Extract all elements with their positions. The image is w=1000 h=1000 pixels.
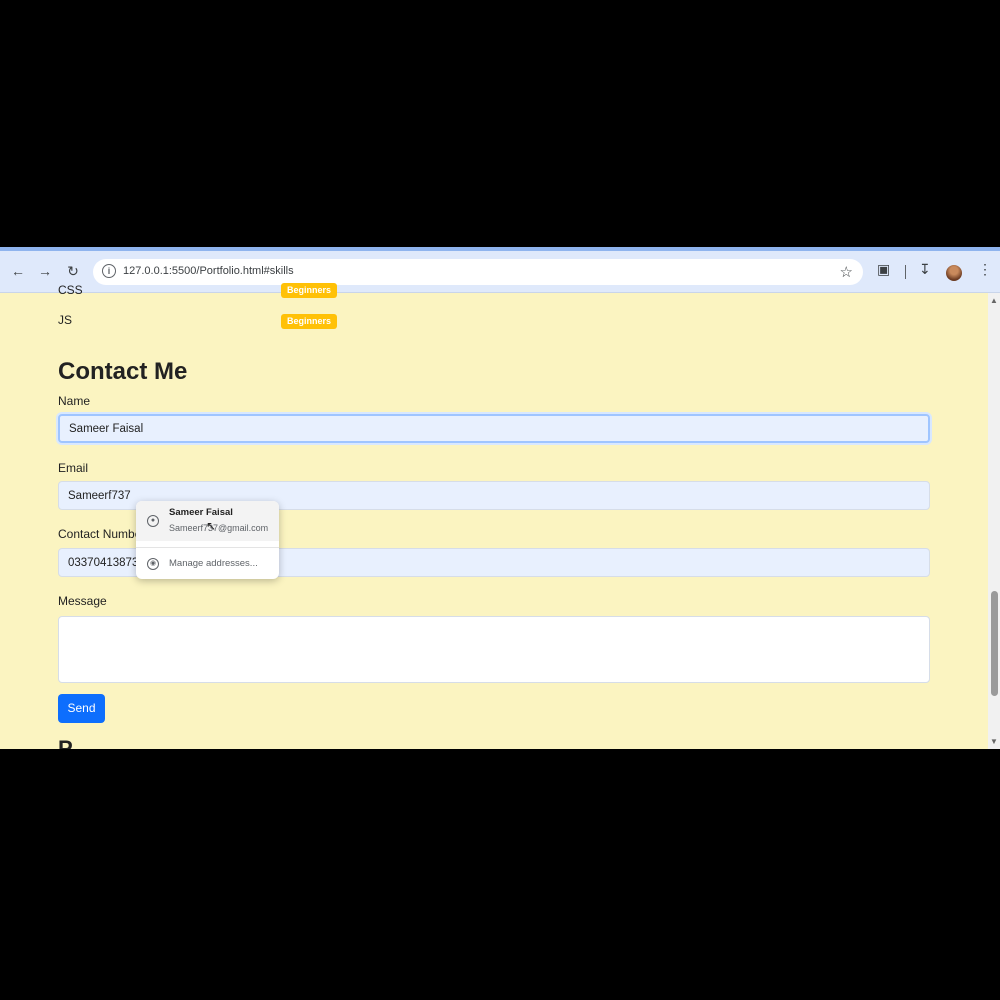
page-content: CSS Beginners JS Beginners Contact Me Na… <box>0 283 988 749</box>
url-text[interactable]: 127.0.0.1:5500/Portfolio.html#skills <box>123 265 294 277</box>
message-label: Message <box>58 594 107 608</box>
skill-badge-css: Beginners <box>281 283 337 298</box>
skill-badge-js: Beginners <box>281 314 337 329</box>
scroll-up-icon[interactable]: ▲ <box>990 296 998 305</box>
autofill-dropdown: ● Sameer Faisal Sameerf737@gmail.com ◉ M… <box>136 501 279 579</box>
contact-number-label: Contact Number <box>58 527 146 541</box>
mouse-cursor-icon: ↖ <box>206 519 217 533</box>
autofill-name: Sameer Faisal <box>169 507 233 518</box>
next-section-heading: P <box>58 736 73 749</box>
site-info-icon[interactable]: i <box>102 264 116 278</box>
forward-arrow-icon[interactable]: → <box>36 262 54 280</box>
page-scrollbar[interactable]: ▲ ▼ <box>988 293 1000 749</box>
profile-avatar[interactable] <box>946 265 962 281</box>
manage-addresses-label: Manage addresses... <box>169 558 258 569</box>
chrome-icon: ◉ <box>147 558 159 570</box>
skill-name-js: JS <box>58 313 73 327</box>
address-bar[interactable]: i 127.0.0.1:5500/Portfolio.html#skills ☆ <box>93 259 863 285</box>
name-label: Name <box>58 394 91 408</box>
star-icon[interactable]: ☆ <box>840 263 853 281</box>
email-label: Email <box>58 461 89 475</box>
message-textarea[interactable] <box>58 616 930 683</box>
person-icon: ● <box>147 515 159 527</box>
kebab-menu-icon[interactable]: ⋮ <box>978 261 992 278</box>
scroll-down-icon[interactable]: ▼ <box>990 737 998 746</box>
skill-name-css: CSS <box>58 283 83 297</box>
toolbar-divider <box>905 265 906 279</box>
back-arrow-icon[interactable]: ← <box>9 262 27 280</box>
contact-heading: Contact Me <box>58 358 188 385</box>
puzzle-icon[interactable]: ▣ <box>877 261 890 278</box>
name-input[interactable] <box>58 414 930 443</box>
reload-icon[interactable]: ↻ <box>64 262 82 280</box>
browser-toolbar: ← → ↻ i 127.0.0.1:5500/Portfolio.html#sk… <box>0 251 1000 293</box>
manage-addresses-item[interactable]: ◉ Manage addresses... <box>136 552 279 576</box>
autofill-divider <box>136 547 279 548</box>
autofill-email: Sameerf737@gmail.com <box>169 523 269 533</box>
send-button[interactable]: Send <box>58 694 105 723</box>
scrollbar-thumb[interactable] <box>991 591 998 696</box>
browser-window: ← → ↻ i 127.0.0.1:5500/Portfolio.html#sk… <box>0 247 1000 749</box>
download-icon[interactable]: ↧ <box>919 261 931 278</box>
